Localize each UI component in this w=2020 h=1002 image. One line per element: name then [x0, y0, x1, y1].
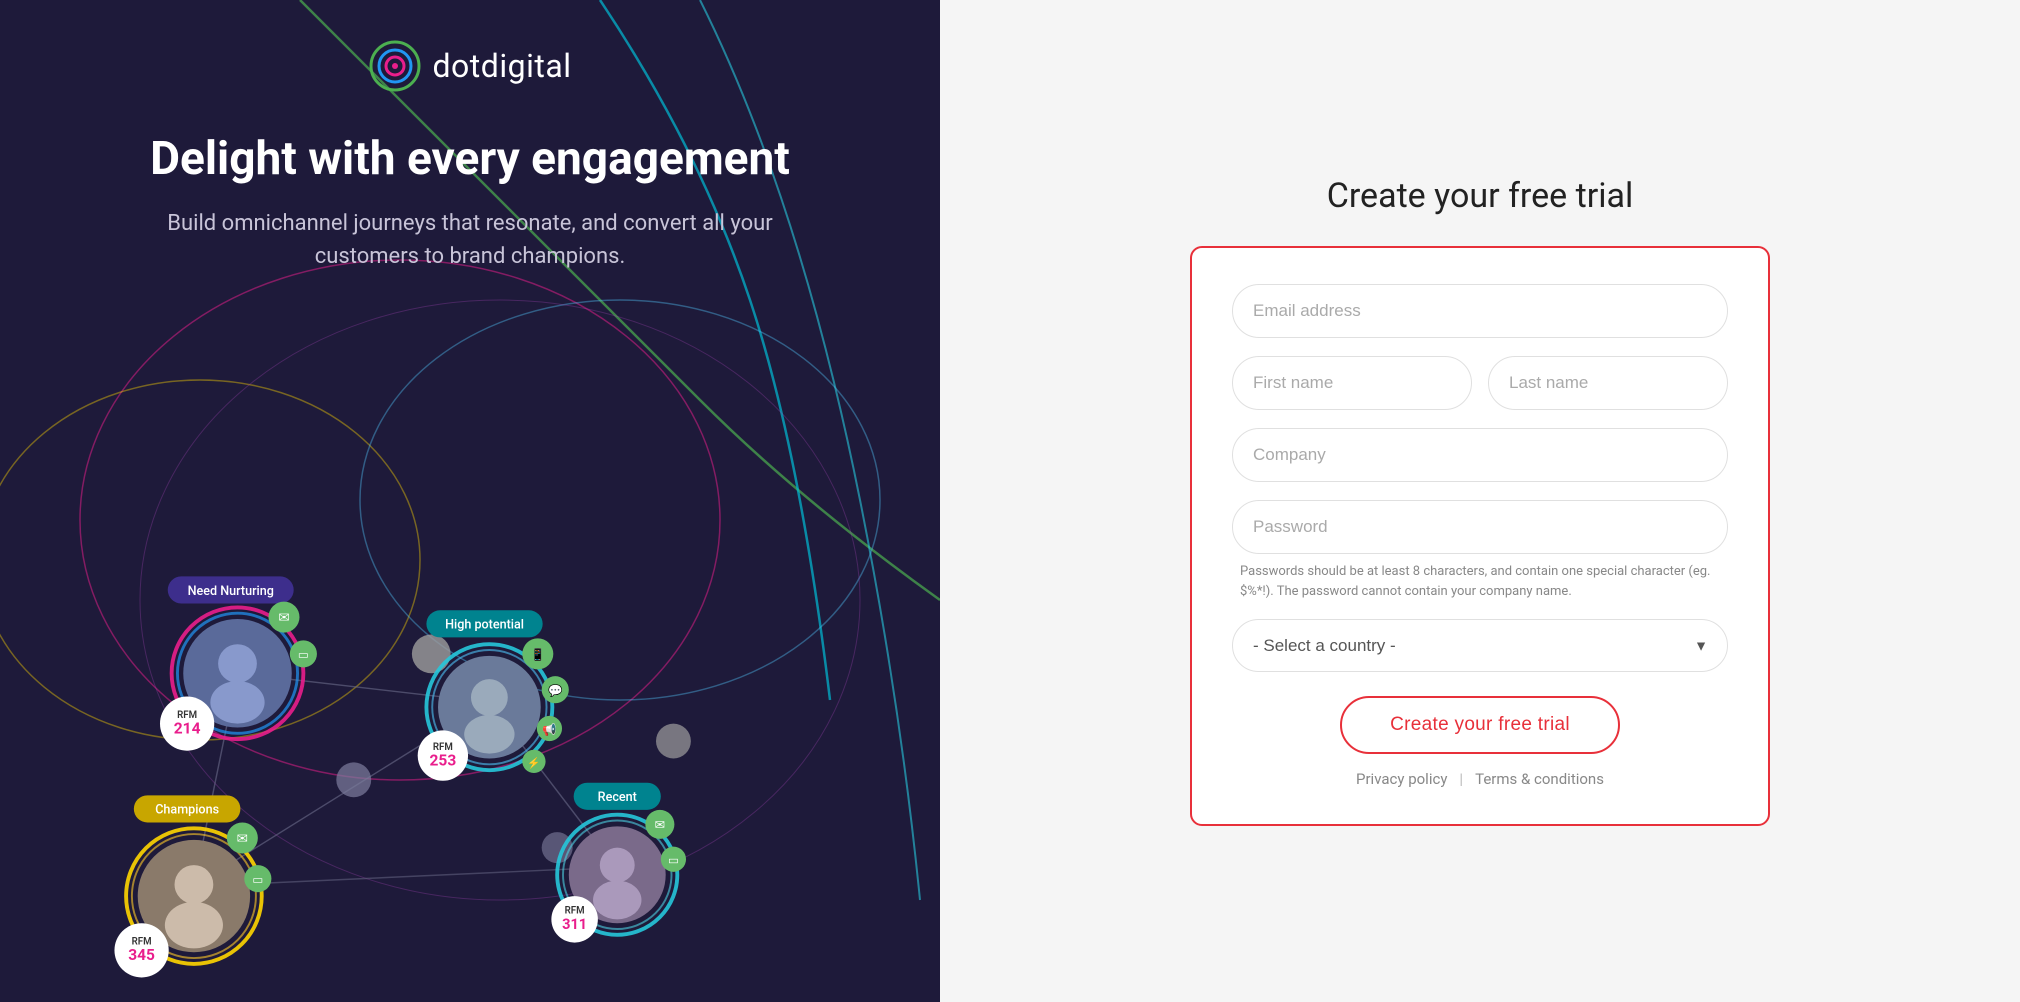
svg-text:▭: ▭: [252, 872, 263, 886]
node-champions: Champions RFM 345 ✉ ▭: [114, 795, 271, 977]
svg-text:345: 345: [128, 946, 155, 964]
company-input[interactable]: [1232, 428, 1728, 482]
svg-text:High potential: High potential: [445, 618, 524, 633]
node-need-nurturing: Need Nurturing RFM 214 ✉ ▭: [160, 576, 317, 750]
name-fields-row: [1232, 356, 1728, 410]
svg-text:💬: 💬: [548, 684, 563, 698]
first-name-input[interactable]: [1232, 356, 1472, 410]
svg-text:▭: ▭: [298, 648, 309, 662]
svg-text:✉: ✉: [237, 831, 248, 847]
last-name-input[interactable]: [1488, 356, 1728, 410]
left-panel: dotdigital Delight with every engagement…: [0, 0, 940, 1002]
form-title: Create your free trial: [1327, 176, 1634, 216]
password-field-group: Passwords should be at least 8 character…: [1232, 500, 1728, 601]
first-name-field-group: [1232, 356, 1472, 410]
footer-divider: |: [1459, 770, 1463, 788]
hero-subtext: Build omnichannel journeys that resonate…: [120, 207, 820, 273]
svg-text:Need Nurturing: Need Nurturing: [188, 584, 274, 599]
country-field-group: - Select a country - United States Unite…: [1232, 619, 1728, 672]
node-high-potential: High potential RFM 253 📱 💬 📢 ⚡: [418, 610, 569, 781]
svg-text:📢: 📢: [542, 722, 556, 736]
terms-conditions-link[interactable]: Terms & conditions: [1475, 770, 1604, 788]
svg-text:214: 214: [174, 719, 201, 737]
logo-area: dotdigital: [369, 40, 572, 92]
svg-text:Recent: Recent: [598, 790, 637, 805]
footer-links: Privacy policy | Terms & conditions: [1232, 770, 1728, 788]
password-hint: Passwords should be at least 8 character…: [1232, 562, 1728, 601]
email-input[interactable]: [1232, 284, 1728, 338]
signup-form-card: Passwords should be at least 8 character…: [1190, 246, 1770, 826]
svg-text:253: 253: [430, 751, 457, 769]
svg-text:RFM: RFM: [565, 906, 585, 917]
svg-text:Champions: Champions: [155, 803, 219, 818]
svg-text:📱: 📱: [531, 648, 545, 662]
network-visualization: Need Nurturing RFM 214 ✉ ▭ High potenti: [0, 402, 940, 1002]
svg-text:311: 311: [562, 916, 587, 933]
privacy-policy-link[interactable]: Privacy policy: [1356, 770, 1447, 788]
svg-text:⚡: ⚡: [527, 756, 540, 769]
svg-text:✉: ✉: [655, 818, 666, 833]
email-field-group: [1232, 284, 1728, 338]
create-trial-button[interactable]: Create your free trial: [1340, 696, 1620, 754]
company-field-group: [1232, 428, 1728, 482]
password-input[interactable]: [1232, 500, 1728, 554]
node-recent: Recent RFM 311 ✉ ▭: [551, 783, 686, 943]
svg-text:✉: ✉: [278, 610, 289, 626]
svg-text:▭: ▭: [668, 853, 679, 867]
right-panel: Create your free trial Passwords should …: [940, 0, 2020, 1002]
last-name-field-group: [1488, 356, 1728, 410]
country-select[interactable]: - Select a country - United States Unite…: [1232, 619, 1728, 672]
dotdigital-logo-icon: [369, 40, 421, 92]
logo-text: dotdigital: [433, 47, 572, 85]
hero-heading: Delight with every engagement: [150, 132, 790, 187]
